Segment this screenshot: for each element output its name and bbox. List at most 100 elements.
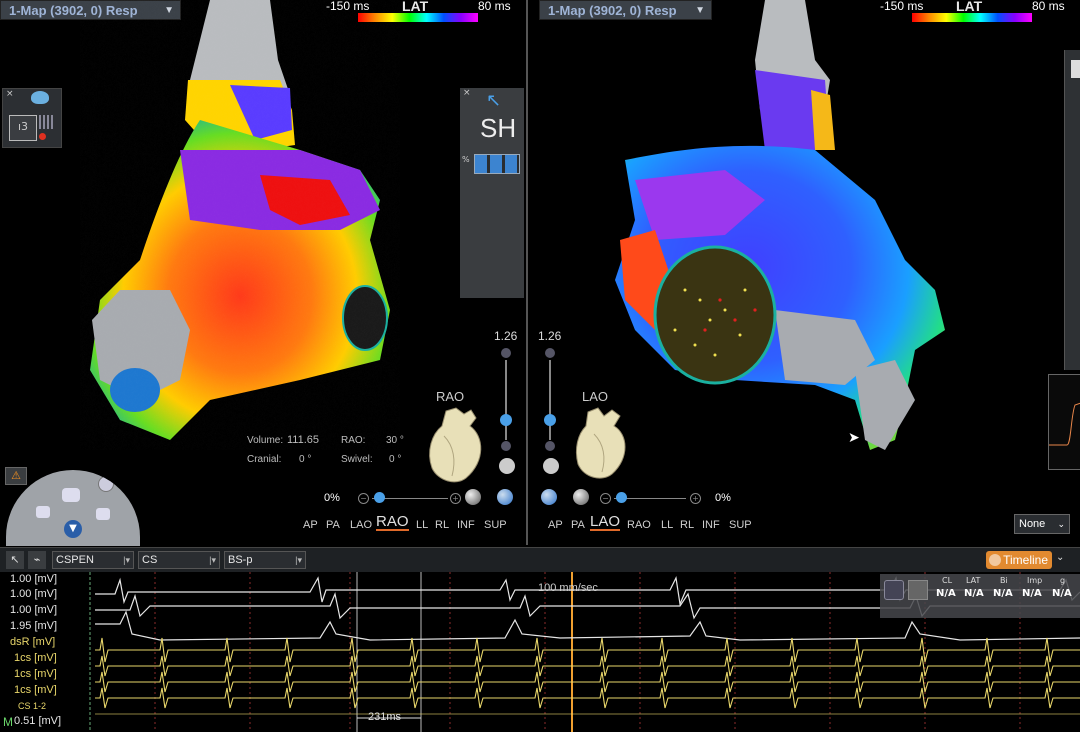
ecg-channel-label-2: 1.00 [mV] [10,588,58,600]
status-header-bi: Bi [1000,576,1008,585]
chevron-down-icon: |▾ [209,555,216,565]
right-opacity-value: 0% [715,492,731,504]
right-zoom-value: 1.26 [538,329,562,343]
opacity-plus-icon[interactable]: + [450,493,461,504]
left-view-sup[interactable]: SUP [484,519,507,531]
none-dropdown-label: None [1019,518,1046,530]
sh-panel-title: SH [480,113,517,143]
none-dropdown[interactable]: None ⌄ [1014,514,1070,534]
right-view-inf[interactable]: INF [702,519,720,531]
ecg-speed-label: 100 mm/sec [538,582,598,594]
opacity-minus-icon[interactable]: − [600,493,611,504]
right-view-rl[interactable]: RL [680,519,694,531]
status-grid-icon[interactable] [908,580,928,600]
hand-rotate-icon[interactable] [62,488,80,502]
left-view-pa[interactable]: PA [326,519,340,531]
right-view-ll[interactable]: LL [661,519,673,531]
close-icon[interactable]: × [6,89,14,99]
left-orientation-heart-icon[interactable] [426,406,486,484]
rao-value: 30 ° [386,435,404,446]
left-view-rao[interactable]: RAO [376,514,409,531]
ecg-select-bsp-label: BS-p [228,554,253,566]
status-header-cl: CL [942,576,953,585]
right-view-sup[interactable]: SUP [729,519,752,531]
left-zoom-value: 1.26 [494,329,518,343]
left-lat-map-3d[interactable] [80,0,400,450]
sh-panel: × ↖ SH % [460,88,524,298]
left-view-reset-icon[interactable] [499,458,515,474]
ecg-channel-label-6: 1cs [mV] [14,652,57,664]
status-value-lat: N/A [964,588,984,599]
right-view-pa[interactable]: PA [571,519,585,531]
side-panel-edge [1064,50,1080,370]
status-value-bi: N/A [993,588,1013,599]
swivel-value: 0 ° [389,454,402,465]
zoom-in-icon[interactable] [545,348,555,358]
right-shading-icon[interactable] [541,489,557,505]
left-view-inf[interactable]: INF [457,519,475,531]
rotate-right-icon[interactable] [96,508,110,520]
opacity-minus-icon[interactable]: − [358,493,369,504]
right-view-lao[interactable]: LAO [590,514,621,531]
chevron-down-icon: |▾ [123,555,130,565]
right-render-mode-icon[interactable] [573,489,589,505]
left-zoom-handle[interactable] [500,414,512,426]
grid-tool-icon[interactable] [39,115,53,129]
status-value-g: N/A [1052,588,1072,599]
left-view-lao[interactable]: LAO [350,519,372,531]
record-dot-icon[interactable] [39,133,46,140]
chevron-down-icon: ⌄ [1057,519,1065,529]
timeline-button[interactable]: Timeline [986,551,1052,569]
mouse-cursor-icon: ➤ [848,430,860,446]
compass-down-icon[interactable]: ▼ [64,520,82,538]
rao-label: RAO: [341,435,366,446]
right-lat-max: 80 ms [1032,0,1065,13]
panel-tab[interactable] [1071,60,1080,78]
signal-preview-panel [1048,374,1080,470]
cranial-value: 0 ° [299,454,312,465]
right-view-reset-icon[interactable] [543,458,559,474]
zoom-out-icon[interactable] [501,441,511,451]
opacity-plus-icon[interactable]: + [690,493,701,504]
ecg-channel-label-9: CS 1-2 [18,701,47,711]
chevron-down-icon[interactable]: ⌄ [1056,552,1064,563]
left-view-rl[interactable]: RL [435,519,449,531]
left-opacity-handle[interactable] [374,492,385,503]
left-shading-icon[interactable] [497,489,513,505]
sh-level-indicator[interactable] [474,154,520,174]
right-view-ap[interactable]: AP [548,519,563,531]
right-view-rao[interactable]: RAO [627,519,651,531]
ecg-select-bsp[interactable]: BS-p |▾ [224,551,306,569]
signal-tool-icon[interactable]: ⌁ [28,551,46,569]
tool-palette: × ı3 [2,88,62,148]
right-orientation-heart-icon[interactable] [574,406,630,482]
ecg-channel-label-7: 1cs [mV] [14,668,57,680]
right-zoom-track [549,360,551,440]
arrow-cursor-icon[interactable]: ↖ [486,90,501,111]
compass-target-icon[interactable] [98,476,114,492]
chevron-down-icon: |▾ [295,555,302,565]
rotate-left-icon[interactable] [36,506,50,518]
close-icon[interactable]: × [463,88,471,98]
left-view-ap[interactable]: AP [303,519,318,531]
sh-percent-label: % [462,155,470,164]
right-lat-map-3d[interactable] [615,0,950,460]
zoom-out-icon[interactable] [545,441,555,451]
right-zoom-handle[interactable] [544,414,556,426]
left-view-ll[interactable]: LL [416,519,428,531]
ruler-tool-icon[interactable]: ı3 [9,115,37,141]
timeline-button-label: Timeline [1003,553,1048,567]
right-opacity-handle[interactable] [616,492,627,503]
ecg-select-cspen[interactable]: CSPEN |▾ [52,551,134,569]
heart-tool-icon[interactable] [31,91,49,104]
anatomy-warning-icon[interactable]: ⚠ [5,467,27,485]
status-clock-icon[interactable] [884,580,904,600]
left-render-mode-icon[interactable] [465,489,481,505]
zoom-in-icon[interactable] [501,348,511,358]
left-zoom-track [505,360,507,440]
ecg-select-cs[interactable]: CS |▾ [138,551,220,569]
pointer-tool-icon[interactable]: ↖ [6,551,24,569]
status-header-g: g [1060,576,1066,585]
signal-preview-trace [1049,402,1080,446]
ecg-channel-label-5: dsR [mV] [10,636,56,648]
